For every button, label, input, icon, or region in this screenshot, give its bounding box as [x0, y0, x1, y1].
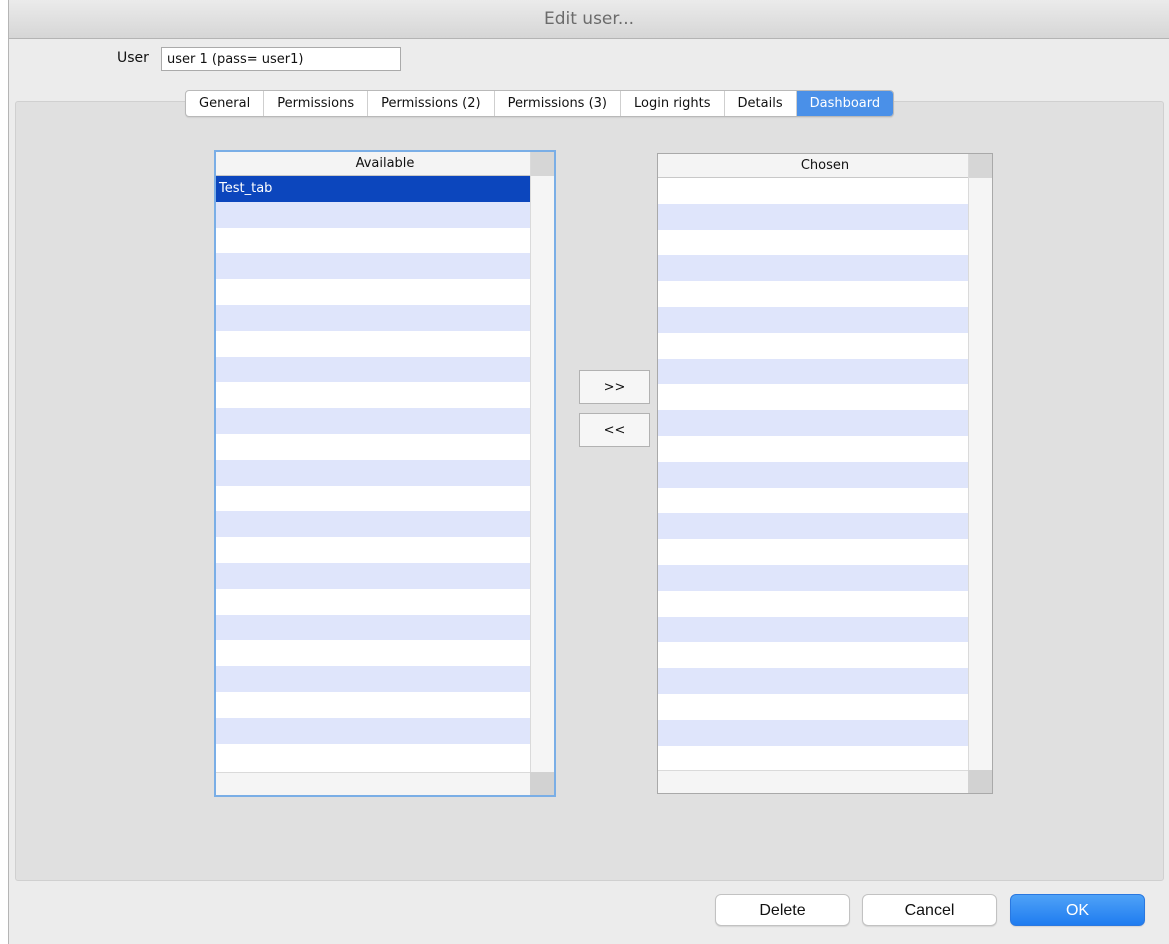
tab-login-rights[interactable]: Login rights — [621, 91, 725, 116]
chosen-scroll-corner — [968, 770, 992, 793]
available-empty-row[interactable] — [216, 640, 530, 666]
available-empty-row[interactable] — [216, 692, 530, 718]
chosen-list[interactable]: Chosen — [657, 153, 993, 794]
user-input[interactable] — [161, 47, 401, 71]
chosen-empty-row[interactable] — [658, 178, 968, 204]
tab-bar: General Permissions Permissions (2) Perm… — [185, 90, 895, 117]
available-empty-row[interactable] — [216, 614, 530, 641]
available-empty-row[interactable] — [216, 279, 530, 305]
chosen-empty-row[interactable] — [658, 203, 968, 230]
ok-button[interactable]: OK — [1010, 894, 1145, 926]
chosen-empty-row[interactable] — [658, 488, 968, 514]
tab-dashboard[interactable]: Dashboard — [796, 91, 894, 116]
available-list-header[interactable]: Available — [216, 152, 554, 176]
chosen-empty-row[interactable] — [658, 616, 968, 643]
available-empty-row[interactable] — [216, 253, 530, 280]
available-vertical-scrollbar[interactable] — [530, 152, 554, 772]
available-empty-row[interactable] — [216, 562, 530, 589]
available-empty-row[interactable] — [216, 201, 530, 228]
available-list-rows[interactable]: Test_tab — [216, 176, 530, 772]
tab-general[interactable]: General — [186, 91, 265, 116]
available-empty-row[interactable] — [216, 408, 530, 434]
chosen-empty-row[interactable] — [658, 333, 968, 359]
available-empty-row[interactable] — [216, 717, 530, 744]
available-empty-row[interactable] — [216, 744, 530, 770]
remove-from-chosen-button[interactable]: << — [579, 413, 650, 447]
tab-permissions[interactable]: Permissions — [264, 91, 369, 116]
available-empty-row[interactable] — [216, 537, 530, 563]
available-empty-row[interactable] — [216, 459, 530, 486]
chosen-empty-row[interactable] — [658, 436, 968, 462]
chosen-empty-row[interactable] — [658, 384, 968, 410]
chosen-empty-row[interactable] — [658, 306, 968, 333]
edit-user-window: Edit user... User General Permissions Pe… — [8, 0, 1169, 944]
chosen-empty-row[interactable] — [658, 591, 968, 617]
available-empty-row[interactable] — [216, 434, 530, 460]
chosen-vertical-scrollbar[interactable] — [968, 154, 992, 770]
chosen-empty-row[interactable] — [658, 230, 968, 256]
chosen-empty-row[interactable] — [658, 642, 968, 668]
available-empty-row[interactable] — [216, 331, 530, 357]
chosen-empty-row[interactable] — [658, 694, 968, 720]
tab-permissions-3[interactable]: Permissions (3) — [495, 91, 621, 116]
available-empty-row[interactable] — [216, 304, 530, 331]
chosen-empty-row[interactable] — [658, 281, 968, 307]
chosen-list-rows[interactable] — [658, 178, 968, 770]
window-title: Edit user... — [9, 0, 1169, 39]
chosen-empty-row[interactable] — [658, 746, 968, 770]
available-horizontal-scrollbar[interactable] — [216, 772, 530, 795]
available-empty-row[interactable] — [216, 486, 530, 512]
chosen-empty-row[interactable] — [658, 461, 968, 488]
available-empty-row[interactable] — [216, 382, 530, 408]
chosen-empty-row[interactable] — [658, 255, 968, 282]
chosen-horizontal-scrollbar[interactable] — [658, 770, 968, 793]
add-to-chosen-button[interactable]: >> — [579, 370, 650, 404]
available-list[interactable]: Available Test_tab — [214, 150, 556, 797]
cancel-button[interactable]: Cancel — [862, 894, 997, 926]
user-label: User — [117, 50, 149, 66]
available-empty-row[interactable] — [216, 228, 530, 254]
delete-button[interactable]: Delete — [715, 894, 850, 926]
available-scroll-corner — [530, 772, 554, 795]
chosen-empty-row[interactable] — [658, 358, 968, 385]
available-empty-row[interactable] — [216, 666, 530, 692]
available-empty-row[interactable] — [216, 589, 530, 615]
available-empty-row[interactable] — [216, 511, 530, 538]
chosen-list-header[interactable]: Chosen — [658, 154, 992, 178]
chosen-empty-row[interactable] — [658, 668, 968, 694]
tab-details[interactable]: Details — [725, 91, 797, 116]
tab-permissions-2[interactable]: Permissions (2) — [368, 91, 495, 116]
chosen-empty-row[interactable] — [658, 564, 968, 591]
available-empty-row[interactable] — [216, 356, 530, 383]
chosen-empty-row[interactable] — [658, 539, 968, 565]
chosen-empty-row[interactable] — [658, 410, 968, 436]
chosen-empty-row[interactable] — [658, 513, 968, 540]
chosen-empty-row[interactable] — [658, 719, 968, 746]
available-list-item[interactable]: Test_tab — [216, 176, 530, 202]
